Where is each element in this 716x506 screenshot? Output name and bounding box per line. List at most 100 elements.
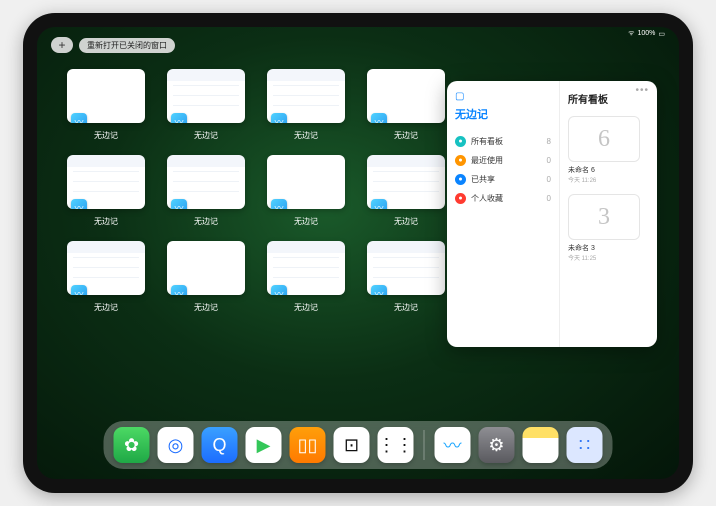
settings-icon[interactable]: ⚙ <box>479 427 515 463</box>
sidebar-item-count: 0 <box>547 156 551 165</box>
dock-separator <box>424 430 425 460</box>
thumbnail-label: 无边记 <box>94 130 118 141</box>
sidebar-item-label: 已共享 <box>471 174 495 185</box>
dock: ✿◎Q▶▯▯⊡⋮⋮ 〰⚙ ∷ <box>104 421 613 469</box>
thumbnail-label: 无边记 <box>394 216 418 227</box>
freeform-icon[interactable]: 〰 <box>435 427 471 463</box>
wifi-icon: ᯤ <box>628 29 634 38</box>
thumbnail-label: 无边记 <box>194 130 218 141</box>
board-name: 未命名 3 <box>568 243 649 253</box>
freeform-app-panel[interactable]: ▢ 无边记 ● 所有看板 8 ● 最近使用 0 ● 已共享 0 ● 个人收藏 0 ••• 所有看板 6… <box>447 81 657 347</box>
qqbrowser-icon[interactable]: ◎ <box>158 427 194 463</box>
freeform-app-badge-icon: 〰 <box>371 113 387 123</box>
window-thumbnail[interactable]: 〰无边记 <box>167 69 245 141</box>
nodes-icon[interactable]: ⋮⋮ <box>378 427 414 463</box>
wechat-icon[interactable]: ✿ <box>114 427 150 463</box>
freeform-app-badge-icon: 〰 <box>271 113 287 123</box>
window-thumbnail[interactable]: 〰无边记 <box>167 241 245 313</box>
window-thumbnail-grid: 〰无边记〰无边记〰无边记〰无边记〰无边记〰无边记〰无边记〰无边记〰无边记〰无边记… <box>67 69 467 313</box>
thumbnail-label: 无边记 <box>194 216 218 227</box>
sidebar-item-icon: ● <box>455 174 466 185</box>
thumbnail-label: 无边记 <box>394 130 418 141</box>
thumbnail-preview: 〰 <box>367 155 445 209</box>
play-icon[interactable]: ▶ <box>246 427 282 463</box>
window-thumbnail[interactable]: 〰无边记 <box>267 241 345 313</box>
board-name: 未命名 6 <box>568 165 649 175</box>
thumbnail-preview: 〰 <box>267 241 345 295</box>
sidebar-toggle-icon[interactable]: ▢ <box>455 91 551 102</box>
board-date: 今天 11:25 <box>568 253 649 262</box>
thumbnail-preview: 〰 <box>67 69 145 123</box>
thumbnail-label: 无边记 <box>94 216 118 227</box>
quark-icon[interactable]: Q <box>202 427 238 463</box>
freeform-app-badge-icon: 〰 <box>171 285 187 295</box>
more-icon[interactable]: ••• <box>635 85 649 96</box>
library-icon[interactable]: ∷ <box>567 427 603 463</box>
notes-icon[interactable] <box>523 427 559 463</box>
thumbnail-preview: 〰 <box>167 241 245 295</box>
sidebar-item[interactable]: ● 个人收藏 0 <box>455 189 551 208</box>
thumbnail-preview: 〰 <box>267 69 345 123</box>
screen: ᯤ 100% ▭ + 重新打开已关闭的窗口 〰无边记〰无边记〰无边记〰无边记〰无… <box>37 27 679 479</box>
board-thumbnail: 6 <box>568 116 640 162</box>
freeform-app-badge-icon: 〰 <box>371 199 387 209</box>
freeform-app-badge-icon: 〰 <box>271 199 287 209</box>
freeform-app-badge-icon: 〰 <box>71 285 87 295</box>
thumbnail-label: 无边记 <box>294 302 318 313</box>
freeform-app-badge-icon: 〰 <box>71 199 87 209</box>
sidebar-item-label: 个人收藏 <box>471 193 503 204</box>
sidebar-item-icon: ● <box>455 136 466 147</box>
window-thumbnail[interactable]: 〰无边记 <box>67 69 145 141</box>
window-thumbnail[interactable]: 〰无边记 <box>367 69 445 141</box>
window-thumbnail[interactable]: 〰无边记 <box>167 155 245 227</box>
window-thumbnail[interactable]: 〰无边记 <box>267 69 345 141</box>
panel-sidebar: ▢ 无边记 ● 所有看板 8 ● 最近使用 0 ● 已共享 0 ● 个人收藏 0 <box>447 81 559 347</box>
status-bar: ᯤ 100% ▭ <box>628 29 665 38</box>
thumbnail-label: 无边记 <box>294 130 318 141</box>
window-thumbnail[interactable]: 〰无边记 <box>67 241 145 313</box>
sidebar-item-count: 8 <box>547 137 551 146</box>
sidebar-item[interactable]: ● 已共享 0 <box>455 170 551 189</box>
board-item[interactable]: 6 未命名 6今天 11:26 <box>568 116 649 184</box>
sidebar-item-label: 最近使用 <box>471 155 503 166</box>
freeform-app-badge-icon: 〰 <box>371 285 387 295</box>
sidebar-item[interactable]: ● 最近使用 0 <box>455 151 551 170</box>
thumbnail-preview: 〰 <box>167 69 245 123</box>
thumbnail-preview: 〰 <box>67 241 145 295</box>
freeform-app-badge-icon: 〰 <box>71 113 87 123</box>
freeform-app-badge-icon: 〰 <box>171 199 187 209</box>
sidebar-item-count: 0 <box>547 175 551 184</box>
panel-content: ••• 所有看板 6未命名 6今天 11:263未命名 3今天 11:25 <box>559 81 657 347</box>
freeform-app-badge-icon: 〰 <box>271 285 287 295</box>
reopen-closed-window-button[interactable]: 重新打开已关闭的窗口 <box>79 38 175 53</box>
window-thumbnail[interactable]: 〰无边记 <box>67 155 145 227</box>
battery-label: 100% <box>637 30 655 37</box>
thumbnail-preview: 〰 <box>167 155 245 209</box>
board-thumbnail: 3 <box>568 194 640 240</box>
thumbnail-preview: 〰 <box>367 241 445 295</box>
window-thumbnail[interactable]: 〰无边记 <box>367 155 445 227</box>
battery-icon: ▭ <box>658 30 665 38</box>
sidebar-item-label: 所有看板 <box>471 136 503 147</box>
board-date: 今天 11:26 <box>568 175 649 184</box>
window-thumbnail[interactable]: 〰无边记 <box>367 241 445 313</box>
thumbnail-preview: 〰 <box>267 155 345 209</box>
thumbnail-label: 无边记 <box>194 302 218 313</box>
sidebar-item-icon: ● <box>455 193 466 204</box>
ipad-frame: ᯤ 100% ▭ + 重新打开已关闭的窗口 〰无边记〰无边记〰无边记〰无边记〰无… <box>23 13 693 493</box>
dice-icon[interactable]: ⊡ <box>334 427 370 463</box>
thumbnail-preview: 〰 <box>67 155 145 209</box>
thumbnail-label: 无边记 <box>94 302 118 313</box>
thumbnail-label: 无边记 <box>394 302 418 313</box>
board-item[interactable]: 3 未命名 3今天 11:25 <box>568 194 649 262</box>
new-window-button[interactable]: + <box>51 37 73 53</box>
sidebar-item-icon: ● <box>455 155 466 166</box>
books-icon[interactable]: ▯▯ <box>290 427 326 463</box>
panel-left-title: 无边记 <box>455 106 551 122</box>
thumbnail-preview: 〰 <box>367 69 445 123</box>
sidebar-item[interactable]: ● 所有看板 8 <box>455 132 551 151</box>
freeform-app-badge-icon: 〰 <box>171 113 187 123</box>
thumbnail-label: 无边记 <box>294 216 318 227</box>
sidebar-item-count: 0 <box>547 194 551 203</box>
window-thumbnail[interactable]: 〰无边记 <box>267 155 345 227</box>
